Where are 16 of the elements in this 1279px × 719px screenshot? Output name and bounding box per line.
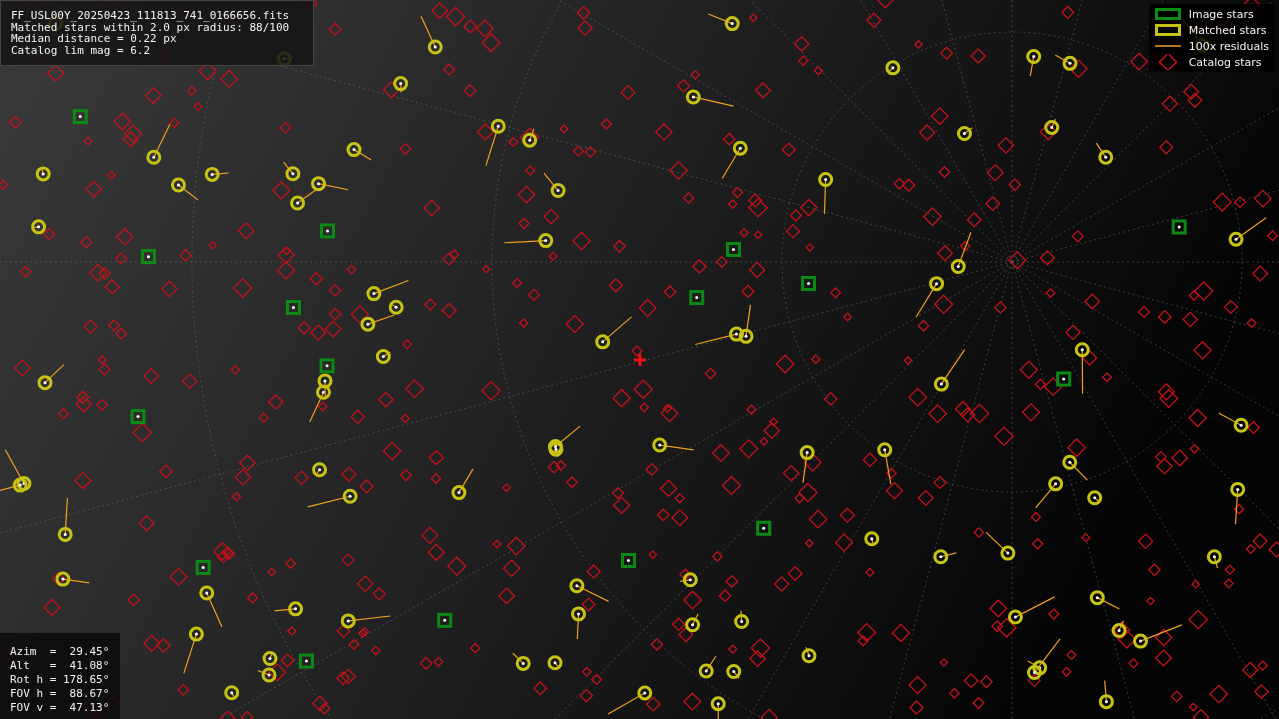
pointing-text: Alt = 41.08° — [10, 659, 111, 673]
info-text: Median distance = 0.22 px — [11, 33, 177, 45]
image-star-rectangle-icon — [1154, 8, 1181, 20]
info-text: Catalog lim mag = 6.2 — [11, 44, 152, 56]
legend-label: Matched stars — [1188, 23, 1267, 37]
pointing-text: Azim = 29.45° — [10, 645, 111, 659]
line-icon — [1154, 44, 1181, 48]
pointing-text: FOV h = 88.67° — [10, 687, 111, 701]
matched-star-rectangle-icon — [1154, 24, 1181, 36]
legend-label: Image stars — [1188, 7, 1254, 21]
legend-label: Catalog stars — [1188, 55, 1262, 69]
pointing-text: FOV v = 47.13° — [10, 701, 111, 715]
info-text: FF_USL00Y_20250423_111813_741_0166656.fits — [11, 10, 291, 22]
legend-label: 100x residuals — [1188, 39, 1269, 53]
pointing-text: Rot h = 178.65° — [10, 673, 111, 687]
info-text: Matched stars within 2.0 px radius: 88/100 — [11, 21, 291, 33]
